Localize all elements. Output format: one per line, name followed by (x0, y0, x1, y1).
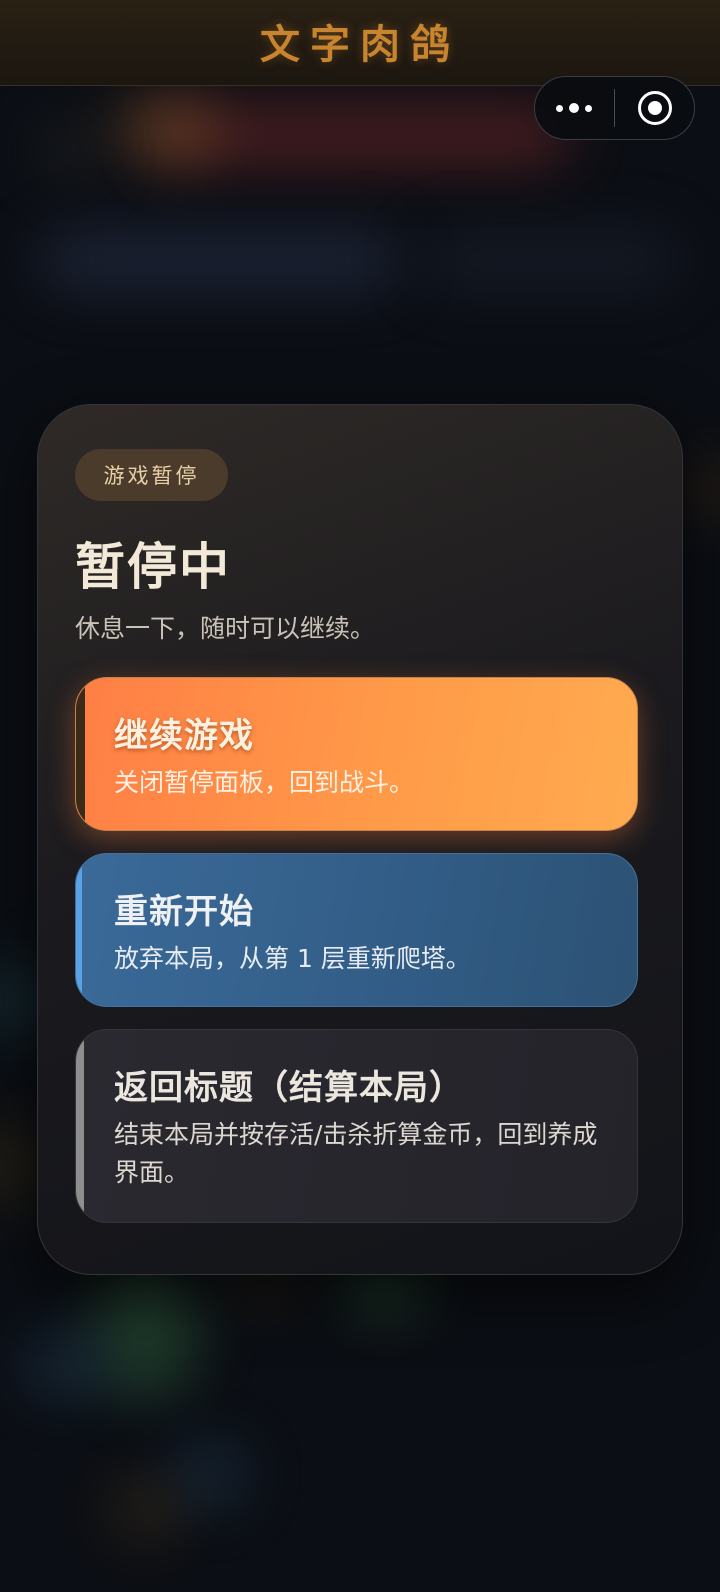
restart-button[interactable]: 重新开始 放弃本局，从第 1 层重新爬塔。 (75, 853, 638, 1007)
option-title: 重新开始 (114, 892, 254, 932)
continue-game-button[interactable]: 继续游戏 关闭暂停面板，回到战斗。 (75, 677, 638, 831)
option-description: 放弃本局，从第 1 层重新爬塔。 (114, 944, 471, 973)
option-description: 关闭暂停面板，回到战斗。 (114, 768, 415, 797)
more-button[interactable] (535, 77, 614, 139)
close-button[interactable] (615, 77, 694, 139)
option-title: 继续游戏 (114, 716, 254, 756)
panel-subtitle: 休息一下，随时可以继续。 (75, 614, 376, 643)
option-description: 结束本局并按存活/击杀折算金币，回到养成界面。 (114, 1120, 598, 1187)
target-circle-icon (637, 91, 672, 125)
top-title-bar: 文字肉鸽 (0, 0, 720, 86)
option-accent-bar (76, 854, 82, 1006)
mini-program-capsule (534, 76, 695, 140)
more-dots-icon (556, 103, 593, 113)
pause-badge: 游戏暂停 (75, 449, 228, 501)
option-accent-bar (76, 678, 85, 830)
pause-panel: 游戏暂停 暂停中 休息一下，随时可以继续。 继续游戏 关闭暂停面板，回到战斗。 … (37, 404, 683, 1275)
panel-title: 暂停中 (75, 538, 231, 596)
app-title: 文字肉鸽 (260, 21, 460, 68)
return-to-title-button[interactable]: 返回标题（结算本局） 结束本局并按存活/击杀折算金币，回到养成界面。 (75, 1029, 638, 1223)
option-title: 返回标题（结算本局） (114, 1068, 464, 1108)
option-accent-bar (76, 1030, 84, 1222)
